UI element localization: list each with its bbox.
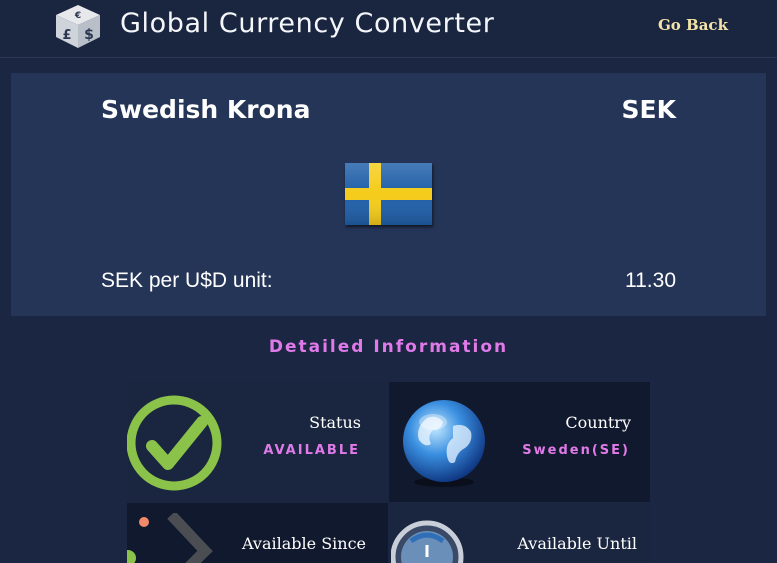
currency-cube-icon: € £ $ — [56, 5, 100, 48]
status-label: Status — [309, 413, 361, 432]
available-until-tile: Available Until — [389, 503, 650, 563]
currency-code: SEK — [621, 95, 676, 124]
status-value: AVAILABLE — [263, 443, 360, 458]
svg-text:£: £ — [62, 28, 71, 43]
timeline-icon — [127, 513, 213, 563]
go-back-link[interactable]: Go Back — [658, 16, 728, 34]
app-window: € £ $ Global Currency Converter Go Back … — [0, 0, 777, 563]
app-title: Global Currency Converter — [120, 8, 495, 39]
globe-icon — [403, 400, 485, 487]
rate-label: SEK per U$D unit: — [101, 269, 273, 292]
rate-value: 11.30 — [625, 269, 676, 292]
country-label: Country — [565, 413, 631, 432]
currency-card: Swedish Krona SEK SEK per U$D unit: 11.3… — [11, 73, 766, 316]
available-since-tile: Available Since — [127, 503, 388, 563]
country-value: Sweden(SE) — [522, 443, 630, 458]
svg-text:$: $ — [84, 27, 94, 43]
svg-text:€: € — [74, 11, 81, 21]
country-tile: Country Sweden(SE) — [389, 382, 650, 502]
available-until-label: Available Until — [517, 534, 637, 553]
checkmark-icon — [127, 395, 222, 491]
detailed-info-title: Detailed Information — [268, 337, 509, 357]
header-bar: € £ $ Global Currency Converter Go Back — [0, 0, 777, 58]
sweden-flag-icon — [345, 163, 432, 225]
clock-icon — [391, 520, 464, 563]
available-since-label: Available Since — [242, 534, 366, 553]
currency-name: Swedish Krona — [101, 95, 311, 124]
status-tile: Status AVAILABLE — [127, 382, 388, 502]
